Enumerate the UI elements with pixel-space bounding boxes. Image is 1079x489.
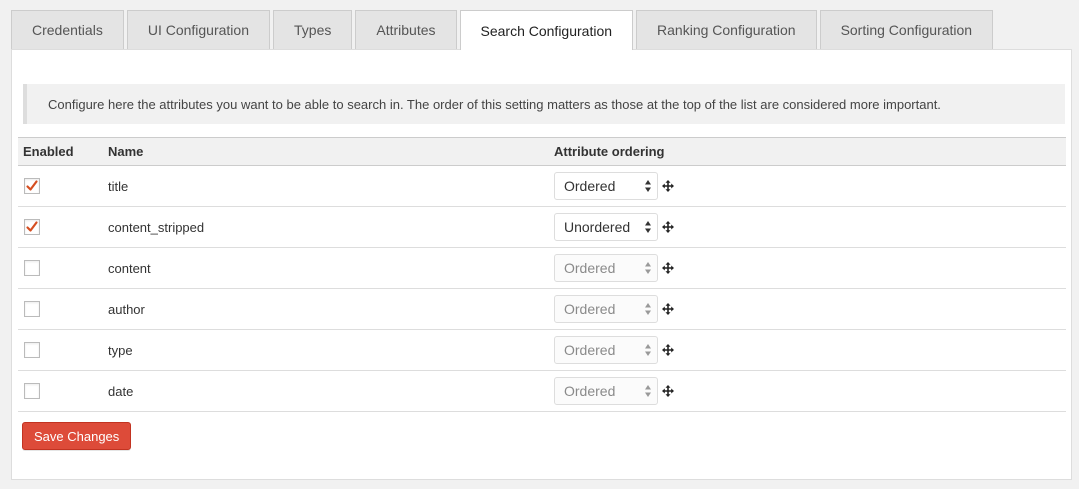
ordering-value: Ordered: [564, 383, 616, 399]
ordering-cell: Ordered: [554, 377, 1066, 405]
tab-attributes[interactable]: Attributes: [355, 10, 457, 49]
attribute-name: content_stripped: [108, 219, 205, 235]
header-name: Name: [108, 144, 144, 159]
enabled-cell: [18, 219, 108, 235]
ordering-value: Ordered: [564, 178, 616, 194]
tab-bar: Credentials UI Configuration Types Attri…: [11, 10, 994, 50]
enabled-cell: [18, 301, 108, 317]
attribute-ordering-select[interactable]: Ordered: [554, 254, 658, 282]
enabled-checkbox[interactable]: [24, 260, 40, 276]
enabled-cell: [18, 260, 108, 276]
settings-panel: Configure here the attributes you want t…: [11, 49, 1072, 480]
enabled-checkbox[interactable]: [24, 383, 40, 399]
select-arrows-icon: [644, 302, 652, 316]
table-row: content Ordered: [18, 248, 1066, 289]
ordering-control: Unordered: [554, 213, 1066, 241]
enabled-checkbox[interactable]: [24, 301, 40, 317]
select-arrows-icon: [644, 220, 652, 234]
enabled-cell: [18, 342, 108, 358]
enabled-cell: [18, 383, 108, 399]
info-notice: Configure here the attributes you want t…: [23, 84, 1065, 124]
move-icon[interactable]: [662, 344, 674, 356]
tab-ranking-configuration[interactable]: Ranking Configuration: [636, 10, 817, 49]
enabled-cell: [18, 178, 108, 194]
attribute-name: content: [108, 260, 151, 276]
select-arrows-icon: [644, 261, 652, 275]
tab-search-configuration[interactable]: Search Configuration: [459, 10, 634, 50]
tab-types[interactable]: Types: [273, 10, 353, 49]
tab-credentials[interactable]: Credentials: [11, 10, 124, 49]
header-attribute-ordering: Attribute ordering: [554, 144, 665, 159]
ordering-control: Ordered: [554, 295, 1066, 323]
ordering-control: Ordered: [554, 172, 1066, 200]
attribute-name: type: [108, 342, 133, 358]
check-icon: [26, 221, 38, 232]
enabled-checkbox[interactable]: [24, 219, 40, 235]
attribute-name: date: [108, 383, 134, 399]
attribute-ordering-select[interactable]: Ordered: [554, 295, 658, 323]
move-icon[interactable]: [662, 221, 674, 233]
ordering-control: Ordered: [554, 336, 1066, 364]
ordering-cell: Ordered: [554, 254, 1066, 282]
table-header: Enabled Name Attribute ordering: [18, 137, 1066, 166]
attributes-table: Enabled Name Attribute ordering title Ord…: [18, 137, 1066, 412]
move-icon[interactable]: [662, 303, 674, 315]
select-arrows-icon: [644, 179, 652, 193]
move-icon[interactable]: [662, 180, 674, 192]
ordering-value: Ordered: [564, 260, 616, 276]
table-body: title Ordered content_stripped Unordered con…: [18, 166, 1066, 412]
ordering-value: Ordered: [564, 342, 616, 358]
move-icon[interactable]: [662, 262, 674, 274]
table-row: type Ordered: [18, 330, 1066, 371]
tab-ui-configuration[interactable]: UI Configuration: [126, 10, 270, 49]
attribute-ordering-select[interactable]: Unordered: [554, 213, 658, 241]
ordering-control: Ordered: [554, 254, 1066, 282]
attribute-ordering-select[interactable]: Ordered: [554, 172, 658, 200]
attribute-ordering-select[interactable]: Ordered: [554, 336, 658, 364]
save-changes-button[interactable]: Save Changes: [22, 422, 132, 450]
ordering-value: Unordered: [564, 219, 631, 235]
tab-sorting-configuration[interactable]: Sorting Configuration: [819, 10, 994, 49]
move-icon[interactable]: [662, 385, 674, 397]
ordering-cell: Ordered: [554, 295, 1066, 323]
attribute-name: author: [108, 301, 145, 317]
select-arrows-icon: [644, 343, 652, 357]
check-icon: [26, 180, 38, 191]
select-arrows-icon: [644, 384, 652, 398]
ordering-control: Ordered: [554, 377, 1066, 405]
ordering-cell: Ordered: [554, 172, 1066, 200]
enabled-checkbox[interactable]: [24, 342, 40, 358]
table-row: content_stripped Unordered: [18, 207, 1066, 248]
table-row: title Ordered: [18, 166, 1066, 207]
attribute-name: title: [108, 178, 129, 194]
ordering-value: Ordered: [564, 301, 616, 317]
table-row: author Ordered: [18, 289, 1066, 330]
header-enabled: Enabled: [23, 144, 74, 159]
ordering-cell: Unordered: [554, 213, 1066, 241]
ordering-cell: Ordered: [554, 336, 1066, 364]
attribute-ordering-select[interactable]: Ordered: [554, 377, 658, 405]
notice-text: Configure here the attributes you want t…: [48, 96, 941, 112]
table-row: date Ordered: [18, 371, 1066, 412]
enabled-checkbox[interactable]: [24, 178, 40, 194]
